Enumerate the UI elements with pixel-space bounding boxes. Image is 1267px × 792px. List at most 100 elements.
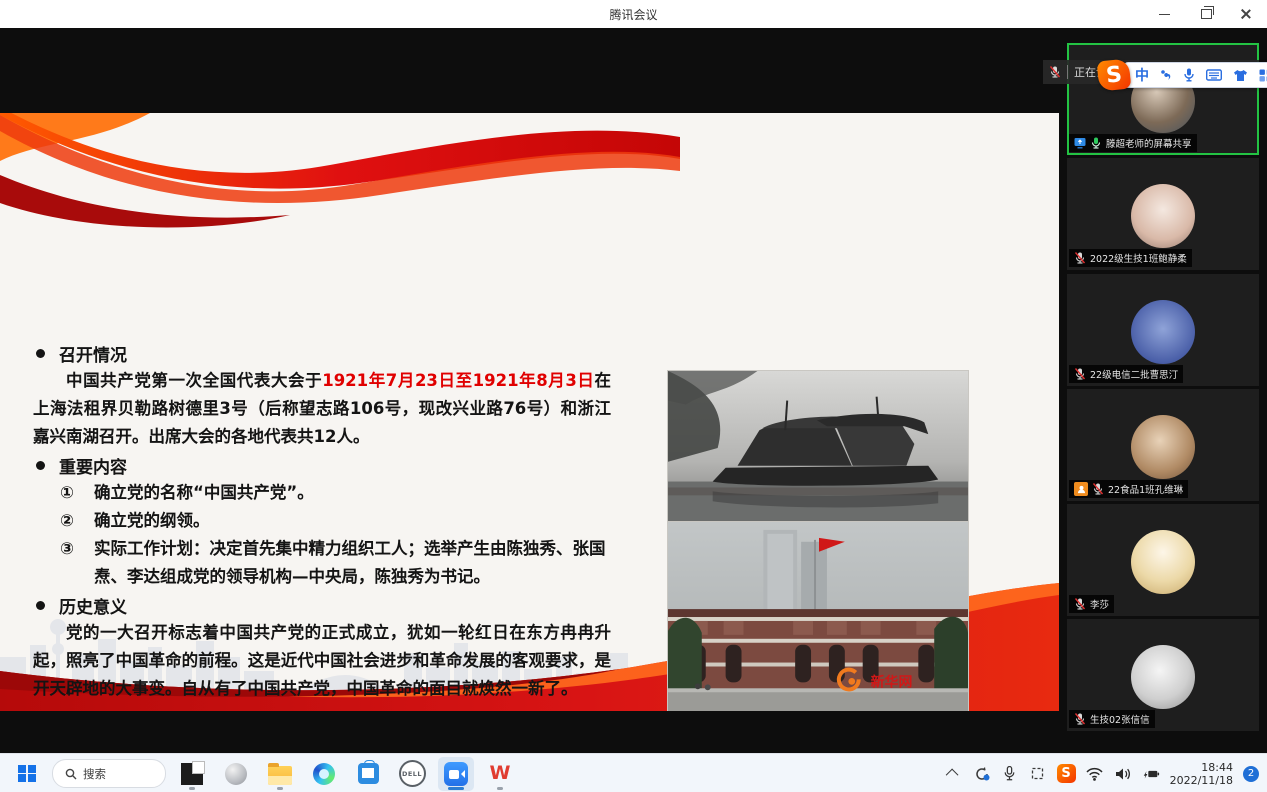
running-indicator [189, 787, 195, 790]
avatar [1131, 300, 1195, 364]
taskbar-app-explorer[interactable] [262, 757, 298, 791]
participant-tile[interactable]: 22食品1班孔维琳 [1067, 389, 1259, 501]
section1-text: 中国共产党第一次全国代表大会于 [66, 371, 322, 390]
taskbar-left: 搜索 DELL W [10, 754, 518, 792]
restore-icon [1201, 9, 1212, 19]
slide-bullet-row: 重要内容 [36, 451, 127, 479]
item-text: 确立党的名称“中国共产党”。 [94, 479, 314, 507]
item-number: ③ [60, 535, 94, 591]
clock-date: 2022/11/18 [1170, 774, 1233, 787]
microsoft-store-icon [358, 763, 379, 784]
taskbar-clock[interactable]: 18:44 2022/11/18 [1170, 761, 1233, 787]
participant-tile[interactable]: 22级电信二批曹思汀 [1067, 274, 1259, 386]
punctuation-button[interactable] [1160, 68, 1172, 82]
participant-name: 滕超老师的屏幕共享 [1106, 136, 1192, 150]
participant-label: 22级电信二批曹思汀 [1069, 365, 1183, 383]
close-button[interactable] [1229, 0, 1263, 28]
slide-bullet-row: 召开情况 [36, 339, 127, 367]
taskbar-app-tencent-meeting[interactable] [438, 757, 474, 791]
item-text: 实际工作计划：决定首先集中精力组织工人；选举产生由陈独秀、张国焘、李达组成党的领… [94, 535, 608, 591]
running-indicator [497, 787, 503, 790]
notification-badge[interactable]: 2 [1243, 766, 1259, 782]
minimize-icon [1159, 14, 1170, 15]
section3-paragraph: 党的一大召开标志着中国共产党的正式成立，犹如一轮红日在东方冉冉升起，照亮了中国革… [33, 619, 611, 703]
speaker-icon[interactable] [1114, 759, 1132, 789]
section3-heading: 历史意义 [59, 593, 127, 618]
running-indicator [277, 787, 283, 790]
taskbar-app-copilot[interactable] [218, 757, 254, 791]
toolbox-button[interactable] [1259, 69, 1267, 82]
virtual-keyboard-button[interactable] [1206, 69, 1222, 81]
mic-muted-icon [1074, 252, 1086, 264]
section2-heading: 重要内容 [59, 453, 127, 478]
search-placeholder: 搜索 [83, 766, 106, 782]
participant-name: 李莎 [1090, 597, 1109, 611]
tencent-meeting-window: 腾讯会议 [0, 0, 1267, 792]
section1-paragraph: 中国共产党第一次全国代表大会于1921年7月23日至1921年8月3日在上海法租… [33, 367, 611, 451]
hidden-icons-chevron[interactable] [945, 759, 963, 789]
minimize-button[interactable] [1147, 0, 1181, 28]
taskbar-app-wps[interactable]: W [482, 757, 518, 791]
item-text: 确立党的纲领。 [94, 507, 210, 535]
tray-microphone-icon[interactable] [1001, 759, 1019, 789]
slide-bullet-row: 历史意义 [36, 591, 127, 619]
voice-input-button[interactable] [1183, 68, 1195, 82]
section1-red-dates: 1921年7月23日至1921年8月3日 [322, 371, 594, 390]
avatar [1131, 645, 1195, 709]
divider [1067, 65, 1068, 79]
sphere-app-icon [225, 763, 247, 785]
first-congress-site-photo: 新华网 [667, 521, 969, 711]
participant-tile[interactable]: 2022级生技1班鲍静柔 [1067, 158, 1259, 270]
search-icon [65, 768, 77, 780]
avatar [1131, 184, 1195, 248]
skin-tshirt-button[interactable] [1233, 69, 1248, 82]
mic-muted-icon [1092, 483, 1104, 495]
chinese-mode-button[interactable]: 中 [1135, 65, 1149, 85]
participant-name: 22食品1班孔维琳 [1108, 482, 1183, 496]
participant-tile[interactable]: 李莎 [1067, 504, 1259, 616]
participant-label: 滕超老师的屏幕共享 [1069, 134, 1197, 152]
numbered-item-1: ① 确立党的名称“中国共产党”。 [60, 479, 608, 507]
numbered-item-2: ② 确立党的纲领。 [60, 507, 608, 535]
tencent-meeting-icon [444, 762, 468, 786]
taskbar-app-paint[interactable] [174, 757, 210, 791]
tray-sogou-icon[interactable]: S [1057, 764, 1076, 783]
wifi-icon[interactable] [1086, 759, 1104, 789]
edge-browser-icon [313, 763, 335, 785]
file-explorer-icon [268, 766, 292, 785]
wps-office-icon: W [490, 764, 511, 783]
mic-muted-icon [1074, 368, 1086, 380]
mic-muted-icon [1074, 713, 1086, 725]
shared-slide: 召开情况 中国共产党第一次全国代表大会于1921年7月23日至1921年8月3日… [0, 113, 1059, 711]
taskbar-app-dell[interactable]: DELL [394, 757, 430, 791]
windows-logo-icon [18, 765, 36, 783]
taskbar-tray: S 18:44 2022/11/18 2 [945, 754, 1259, 792]
window-title: 腾讯会议 [0, 6, 1267, 23]
taskbar-app-edge[interactable] [306, 757, 342, 791]
window-titlebar: 腾讯会议 [0, 0, 1267, 29]
participant-label: 2022级生技1班鲍静柔 [1069, 249, 1192, 267]
participant-name: 2022级生技1班鲍静柔 [1090, 251, 1187, 265]
participant-label: 生技02张信信 [1069, 710, 1155, 728]
restore-button[interactable] [1189, 0, 1223, 28]
sogou-input-toolbar: S 中 [1098, 60, 1267, 90]
sogou-logo-icon[interactable]: S [1097, 58, 1132, 91]
participant-name: 生技02张信信 [1090, 712, 1150, 726]
battery-icon[interactable] [1142, 759, 1160, 789]
paint-app-icon [181, 763, 203, 785]
taskbar-search[interactable]: 搜索 [52, 759, 166, 788]
taskbar-app-store[interactable] [350, 757, 386, 791]
close-icon [1240, 8, 1252, 20]
start-button[interactable] [10, 759, 44, 789]
red-boat-photo [667, 370, 969, 523]
mic-muted-icon [1049, 66, 1061, 78]
item-number: ① [60, 479, 94, 507]
tray-sync-icon[interactable] [973, 759, 991, 789]
svg-text:新华网: 新华网 [871, 673, 913, 690]
mic-on-icon [1090, 137, 1102, 149]
bullet-icon [36, 349, 45, 358]
tray-snip-icon[interactable] [1029, 759, 1047, 789]
participant-tile[interactable]: 生技02张信信 [1067, 619, 1259, 731]
dell-icon: DELL [399, 760, 426, 787]
share-screen-icon [1074, 137, 1086, 149]
